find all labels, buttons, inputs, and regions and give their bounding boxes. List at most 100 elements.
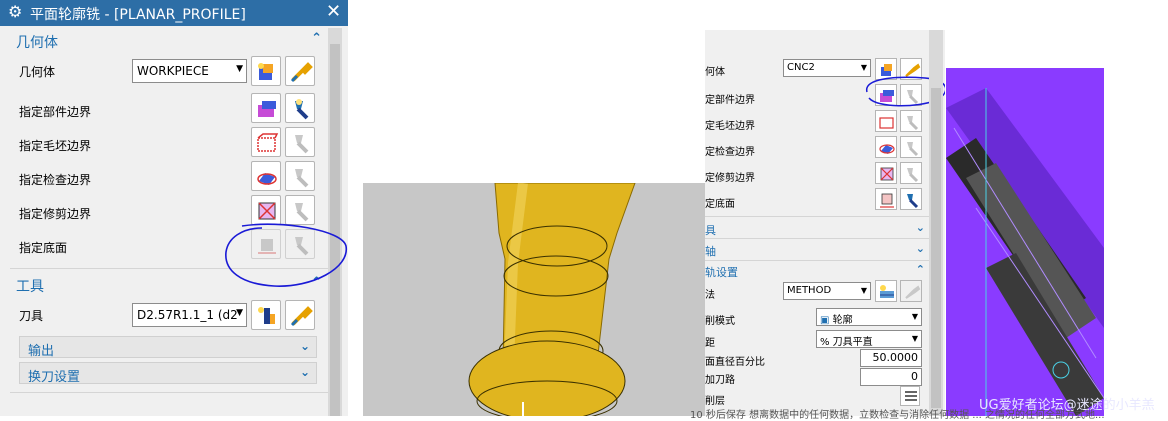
flashlight-disabled-icon [907, 116, 919, 131]
axis-section-label: 轴 [705, 245, 716, 258]
geometry-label: 几何体 [19, 65, 56, 79]
flashlight-disabled-icon [907, 142, 919, 157]
chevron-down-icon: ▼ [911, 334, 918, 343]
display-check-boundary-button[interactable] [900, 136, 922, 158]
edit-method-button[interactable] [900, 280, 922, 302]
stepover-select-value: % 刀具平直 [820, 337, 873, 348]
new-method-icon [880, 285, 894, 298]
trim-boundary-button[interactable] [875, 162, 897, 184]
check-boundary-icon [257, 173, 277, 185]
chevron-down-icon[interactable]: ⌄ [916, 221, 925, 234]
display-check-boundary-button[interactable] [285, 161, 315, 191]
check-boundary-button[interactable] [875, 136, 897, 158]
operation-dialog-copy: 何体 CNC2 ▼ 定部件边界 定毛坯边界 定检查边界 定修剪边界 定底面 具 … [705, 30, 945, 416]
divider [705, 216, 929, 217]
chevron-up-icon[interactable]: ⌃ [311, 31, 322, 46]
blank-boundary-button[interactable] [251, 127, 281, 157]
dialog-title: 平面轮廓铣 - [PLANAR_PROFILE] [30, 7, 246, 23]
geometry-select[interactable]: WORKPIECE ▼ [132, 59, 247, 83]
close-button[interactable]: ✕ [326, 1, 341, 22]
display-blank-boundary-button[interactable] [285, 127, 315, 157]
wrench-disabled-icon [905, 285, 921, 299]
trim-boundary-label: 指定修剪边界 [19, 207, 92, 221]
display-part-boundary-button[interactable] [285, 93, 315, 123]
edit-geometry-button[interactable] [285, 56, 315, 86]
new-geometry-icon [258, 63, 273, 80]
levels-icon [905, 391, 917, 401]
stepover-select[interactable]: % 刀具平直 ▼ [816, 330, 922, 348]
cut-levels-button[interactable] [900, 386, 920, 406]
part-model-graphic [946, 88, 1104, 416]
tool-section-header[interactable]: 具 ⌄ [705, 219, 929, 239]
floor-label: 定底面 [705, 199, 735, 210]
dialog-titlebar: ⚙ 平面轮廓铣 - [PLANAR_PROFILE] ✕ [0, 0, 348, 26]
output-subsection[interactable]: 输出 ⌄ [19, 336, 317, 359]
method-select[interactable]: METHOD ▼ [783, 282, 871, 300]
diameter-pct-label: 面直径百分比 [705, 357, 765, 368]
wrench-icon [290, 62, 313, 83]
chevron-up-icon[interactable]: ⌃ [916, 263, 925, 276]
check-boundary-label: 指定检查边界 [19, 173, 92, 187]
path-settings-section-header[interactable]: 轨设置 ⌃ [705, 261, 929, 281]
new-method-button[interactable] [875, 280, 897, 302]
geometry-select-value: WORKPIECE [137, 64, 209, 78]
tool-select-value: D2.57R1.1_1 (d2 [137, 308, 238, 322]
check-boundary-button[interactable] [251, 161, 281, 191]
chevron-down-icon: ▼ [236, 64, 243, 74]
dialog-scrollbar[interactable] [929, 30, 943, 416]
part-boundary-label: 指定部件边界 [19, 105, 92, 119]
scrollbar-thumb[interactable] [931, 88, 941, 408]
flashlight-disabled-icon [295, 203, 309, 222]
tool-model-graphic [468, 183, 636, 416]
flashlight-disabled-icon [295, 135, 309, 154]
new-tool-icon [258, 307, 275, 324]
chevron-down-icon[interactable]: ⌄ [300, 339, 310, 353]
cut-mode-select[interactable]: ▣ 轮廓 ▼ [816, 308, 922, 326]
part-boundary-button[interactable] [251, 93, 281, 123]
tool-section-label: 工具 [16, 279, 44, 295]
blank-boundary-button[interactable] [875, 110, 897, 132]
edit-tool-button[interactable] [285, 300, 315, 330]
axis-section-header[interactable]: 轴 ⌄ [705, 240, 929, 260]
path-settings-section-label: 轨设置 [705, 266, 738, 279]
tool-section-label: 具 [705, 224, 716, 237]
display-floor-button[interactable] [900, 188, 922, 210]
display-trim-boundary-button[interactable] [285, 195, 315, 225]
trim-boundary-label: 定修剪边界 [705, 173, 755, 184]
status-text: 10 秒后保存 想离数据中的任何数据，立数检查与消除任何数据 ... 之情况的任… [690, 410, 1105, 421]
add-passes-input[interactable]: 0 [860, 368, 922, 386]
blank-boundary-label: 定毛坯边界 [705, 121, 755, 132]
chevron-down-icon: ▼ [860, 286, 867, 295]
annotation-circle [225, 223, 347, 287]
part-viewport[interactable] [946, 68, 1104, 416]
add-passes-label: 加刀路 [705, 375, 735, 386]
cut-mode-select-value: ▣ 轮廓 [820, 311, 853, 326]
flashlight-icon [295, 99, 309, 120]
tool-change-label: 换刀设置 [28, 370, 81, 385]
chevron-down-icon[interactable]: ⌄ [916, 242, 925, 255]
chevron-down-icon[interactable]: ⌄ [300, 365, 310, 379]
blank-boundary-icon [257, 133, 279, 152]
new-geometry-button[interactable] [251, 56, 281, 86]
cut-mode-value-text: 轮廓 [832, 315, 853, 326]
geometry-select-value: CNC2 [787, 62, 815, 73]
gear-icon[interactable]: ⚙ [8, 2, 22, 21]
geometry-section-label: 几何体 [16, 35, 58, 51]
wrench-icon [290, 306, 313, 327]
floor-button[interactable] [875, 188, 897, 210]
blank-boundary-label: 指定毛坯边界 [19, 139, 92, 153]
trim-boundary-button[interactable] [251, 195, 281, 225]
tool-select[interactable]: D2.57R1.1_1 (d2 ▼ [132, 303, 247, 327]
new-tool-button[interactable] [251, 300, 281, 330]
flashlight-disabled-icon [907, 168, 919, 183]
chevron-down-icon: ▼ [911, 312, 918, 321]
diameter-pct-input[interactable]: 50.0000 [860, 349, 922, 367]
display-blank-boundary-button[interactable] [900, 110, 922, 132]
tool-change-subsection[interactable]: 换刀设置 ⌄ [19, 362, 317, 385]
cut-mode-label: 削模式 [705, 316, 735, 327]
3d-viewport[interactable] [363, 183, 705, 416]
geometry-section-header[interactable]: 几何体 ⌃ [10, 29, 328, 53]
output-label: 输出 [28, 344, 55, 359]
display-trim-boundary-button[interactable] [900, 162, 922, 184]
method-label: 法 [705, 290, 715, 301]
